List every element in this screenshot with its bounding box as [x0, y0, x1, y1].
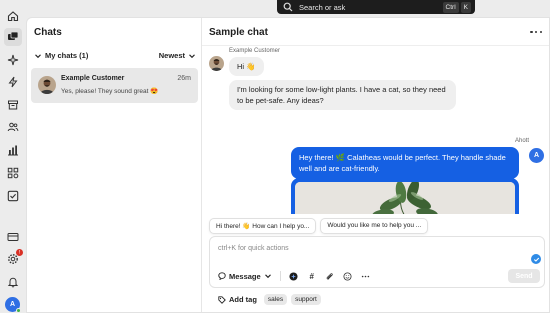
tag-icon: [218, 295, 226, 304]
shortcut-key-k: K: [460, 1, 471, 13]
message-type-dropdown[interactable]: Message: [218, 272, 272, 281]
tag-row: Add tag sales support: [218, 294, 321, 305]
conversation-time: 26m: [177, 75, 191, 82]
customer-message: I'm looking for some low-light plants. I…: [229, 80, 456, 110]
suggestion-chip[interactable]: Hi there! 👋 How can I help yo...: [209, 218, 317, 234]
toolbar-divider: [279, 271, 281, 281]
user-avatar[interactable]: A: [5, 297, 21, 313]
contacts-icon[interactable]: [6, 120, 20, 134]
message-type-label: Message: [229, 271, 261, 281]
more-icon[interactable]: [361, 271, 371, 281]
paperclip-icon[interactable]: [325, 271, 335, 281]
chats-filter-row: My chats (1) Newest: [34, 51, 196, 60]
add-tag-label: Add tag: [229, 295, 257, 304]
agent-name-label: Ahott: [514, 138, 529, 144]
chat-panel: Sample chat Example Customer Hi 👋 I'm lo…: [202, 18, 549, 312]
message-list[interactable]: Example Customer Hi 👋 I'm looking for so…: [202, 46, 549, 214]
tag-chip[interactable]: sales: [263, 294, 288, 305]
ai-assist-icon[interactable]: [289, 271, 299, 281]
emoji-icon[interactable]: [343, 271, 353, 281]
check-icon: [531, 254, 541, 264]
tag-chip[interactable]: support: [291, 294, 321, 305]
sparkle-icon[interactable]: [6, 53, 20, 67]
chat-bubble-icon: [218, 272, 226, 280]
add-tag-button[interactable]: Add tag: [218, 295, 257, 304]
customer-avatar: [209, 56, 224, 71]
sort-label: Newest: [158, 51, 185, 60]
conversation-preview: Yes, please! They sound great 😍: [61, 88, 159, 95]
my-chats-filter[interactable]: My chats (1): [34, 51, 159, 60]
left-rail: ! A: [0, 0, 26, 313]
bolt-icon[interactable]: [6, 75, 20, 89]
checklist-icon[interactable]: [6, 189, 20, 203]
composer-toolbar: Message #: [218, 271, 371, 281]
chats-panel-title: Chats: [34, 27, 62, 38]
top-bar: Search or ask Ctrl K: [0, 0, 550, 16]
chevron-down-icon: [189, 53, 195, 58]
plant-image-message[interactable]: [291, 178, 519, 214]
user-avatar-initial: A: [9, 301, 16, 308]
chat-title: Sample chat: [209, 27, 268, 38]
send-button[interactable]: Send: [508, 269, 540, 283]
settings-icon[interactable]: !: [6, 249, 23, 266]
chevron-down-icon: [264, 274, 271, 279]
online-status-dot: [16, 308, 21, 313]
conversation-item[interactable]: Example Customer 26m Yes, please! They s…: [31, 68, 198, 103]
suggestion-chip[interactable]: Would you like me to help you ...: [320, 218, 429, 234]
conversation-name: Example Customer: [61, 75, 125, 82]
customer-name-label: Example Customer: [229, 48, 281, 54]
reports-icon[interactable]: [6, 143, 20, 157]
apps-icon[interactable]: [6, 166, 20, 180]
agent-message: Hey there! 🌿 Calatheas would be perfect.…: [291, 147, 519, 179]
sort-dropdown[interactable]: Newest: [159, 51, 196, 60]
suggestion-chips: Hi there! 👋 How can I help yo... Would y…: [209, 218, 429, 234]
card-icon[interactable]: [6, 230, 20, 244]
bell-icon[interactable]: [6, 275, 20, 289]
agent-avatar: A: [529, 148, 544, 163]
search-bar[interactable]: Search or ask Ctrl K: [277, 0, 475, 14]
customer-message: Hi 👋: [229, 57, 264, 76]
inbox-icon[interactable]: [4, 28, 22, 46]
settings-alert-badge: !: [16, 249, 23, 256]
archive-icon[interactable]: [6, 98, 20, 112]
chevron-down-icon: [35, 53, 41, 58]
more-options-icon[interactable]: [530, 27, 542, 37]
search-icon: [283, 2, 293, 12]
message-composer[interactable]: ctrl+K for quick actions Message # Send: [209, 236, 545, 288]
shortcut-key-ctrl: Ctrl: [442, 1, 459, 13]
search-placeholder: Search or ask: [299, 2, 346, 12]
main-card: Chats My chats (1) Newest Example Custom…: [26, 17, 550, 313]
composer-input[interactable]: ctrl+K for quick actions: [218, 245, 289, 252]
customer-avatar: [38, 76, 56, 94]
plant-image: [295, 182, 515, 214]
chats-panel: Chats My chats (1) Newest Example Custom…: [27, 18, 202, 312]
hashtag-icon[interactable]: #: [307, 271, 317, 281]
my-chats-label: My chats (1): [45, 51, 89, 60]
agent-avatar-initial: A: [533, 152, 540, 159]
home-icon[interactable]: [6, 9, 20, 23]
